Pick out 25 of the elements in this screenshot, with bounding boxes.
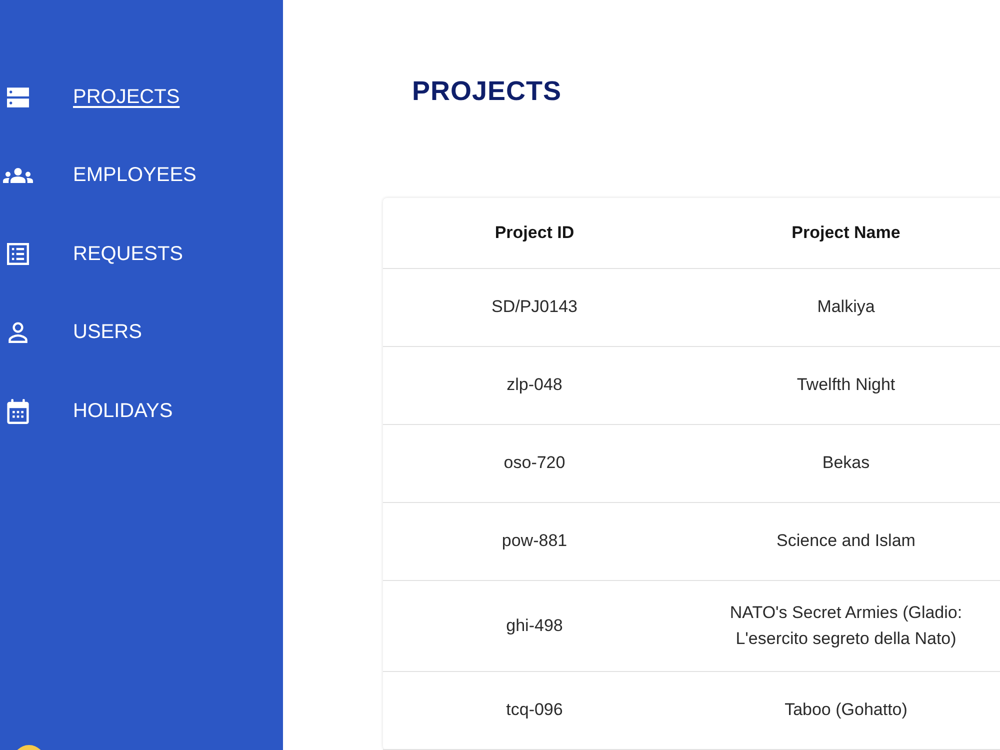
person-icon bbox=[8, 322, 28, 344]
column-header: Project Name bbox=[686, 198, 1000, 268]
page-title: PROJECTS bbox=[412, 75, 562, 108]
table-cell: Bekas bbox=[686, 424, 1000, 502]
list-icon bbox=[7, 243, 29, 266]
sidebar-item[interactable]: EMPLOYEES bbox=[0, 136, 283, 215]
table-cell: tcq-096 bbox=[383, 671, 686, 749]
people-group-icon bbox=[3, 168, 33, 184]
sidebar-item[interactable]: PROJECTS bbox=[0, 58, 283, 136]
table-cell: NATO's Secret Armies (Gladio: L'esercito segreto della Nato) bbox=[686, 580, 1000, 671]
sidebar-item[interactable]: USERS bbox=[0, 294, 283, 372]
table-cell: oso-720 bbox=[383, 424, 686, 502]
table-cell: Malkiya bbox=[686, 268, 1000, 346]
server-icon bbox=[7, 86, 29, 109]
table-cell: SD/PJ0143 bbox=[383, 268, 686, 346]
table-cell: pow-881 bbox=[383, 502, 686, 580]
table-cell: Science and Islam bbox=[686, 502, 1000, 580]
table-cell: ghi-498 bbox=[383, 580, 686, 671]
column-header: Project ID bbox=[383, 198, 686, 268]
table-cell: zlp-048 bbox=[383, 346, 686, 424]
calendar-icon bbox=[7, 398, 29, 424]
sidebar-item[interactable]: REQUESTS bbox=[0, 215, 283, 294]
table-cell: Taboo (Gohatto) bbox=[686, 671, 1000, 749]
sidebar-item[interactable]: HOLIDAYS bbox=[0, 372, 283, 450]
table-cell: Twelfth Night bbox=[686, 346, 1000, 424]
